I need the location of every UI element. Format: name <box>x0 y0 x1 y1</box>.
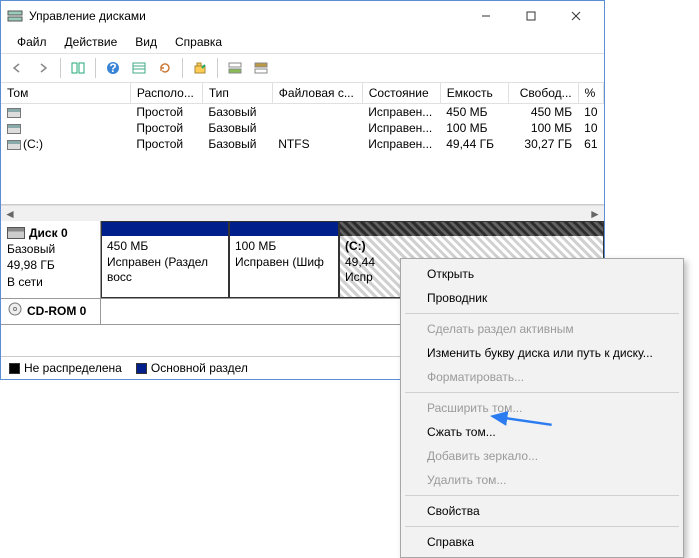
refresh-icon[interactable] <box>153 56 177 80</box>
partition-header <box>102 222 228 236</box>
menu-help[interactable]: Справка <box>167 33 230 51</box>
ctx-help[interactable]: Справка <box>403 530 681 554</box>
toolbar-panes-icon[interactable] <box>66 56 90 80</box>
svg-text:?: ? <box>109 61 116 75</box>
ctx-make-active: Сделать раздел активным <box>403 317 681 341</box>
ctx-shrink[interactable]: Сжать том... <box>403 420 681 444</box>
col-status[interactable]: Состояние <box>362 83 440 104</box>
toolbar-list-icon[interactable] <box>127 56 151 80</box>
col-pct[interactable]: % <box>578 83 603 104</box>
legend-swatch-primary <box>136 363 147 374</box>
ctx-open[interactable]: Открыть <box>403 262 681 286</box>
scroll-right-icon[interactable]: ► <box>588 207 602 221</box>
table-row[interactable]: (C:) ПростойБазовыйNTFSИсправен...49,44 … <box>1 136 604 152</box>
back-button[interactable] <box>5 56 29 80</box>
scroll-left-icon[interactable]: ◄ <box>3 207 17 221</box>
close-button[interactable] <box>553 2 598 30</box>
col-free[interactable]: Свобод... <box>508 83 578 104</box>
titlebar: Управление дисками <box>1 1 604 31</box>
col-fs[interactable]: Файловая с... <box>272 83 362 104</box>
ctx-separator <box>405 313 679 314</box>
ctx-separator <box>405 526 679 527</box>
volume-table[interactable]: Том Располо... Тип Файловая с... Состоян… <box>1 83 604 152</box>
ctx-explorer[interactable]: Проводник <box>403 286 681 310</box>
ctx-separator <box>405 495 679 496</box>
ctx-properties[interactable]: Свойства <box>403 499 681 523</box>
ctx-delete: Удалить том... <box>403 468 681 492</box>
drive-icon <box>7 124 21 134</box>
partition[interactable]: 450 МБИсправен (Раздел восс <box>101 221 229 298</box>
minimize-button[interactable] <box>463 2 508 30</box>
context-menu: Открыть Проводник Сделать раздел активны… <box>400 258 684 558</box>
volume-table-area: Том Располо... Тип Файловая с... Состоян… <box>1 83 604 205</box>
drive-icon <box>7 108 21 118</box>
table-row[interactable]: ПростойБазовыйИсправен...100 МБ100 МБ10 <box>1 120 604 136</box>
partition[interactable]: 100 МБИсправен (Шиф <box>229 221 339 298</box>
menu-action[interactable]: Действие <box>57 33 126 51</box>
maximize-button[interactable] <box>508 2 553 30</box>
toolbar: ? <box>1 53 604 83</box>
menubar: Файл Действие Вид Справка <box>1 31 604 53</box>
h-scrollbar[interactable]: ◄ ► <box>1 205 604 221</box>
col-type[interactable]: Тип <box>202 83 272 104</box>
toolbar-view1-icon[interactable] <box>223 56 247 80</box>
partition-header <box>230 222 338 236</box>
help-icon[interactable]: ? <box>101 56 125 80</box>
partition-header <box>340 222 603 236</box>
drive-icon <box>7 140 21 150</box>
ctx-change-letter[interactable]: Изменить букву диска или путь к диску... <box>403 341 681 365</box>
col-volume[interactable]: Том <box>1 83 130 104</box>
window-title: Управление дисками <box>29 9 463 23</box>
ctx-format: Форматировать... <box>403 365 681 389</box>
disk-icon <box>7 227 25 239</box>
table-row[interactable]: ПростойБазовыйИсправен...450 МБ450 МБ10 <box>1 104 604 121</box>
app-icon <box>7 8 23 24</box>
disk-info[interactable]: Диск 0 Базовый 49,98 ГБ В сети <box>1 221 101 298</box>
ctx-extend: Расширить том... <box>403 396 681 420</box>
forward-button[interactable] <box>31 56 55 80</box>
toolbar-action-icon[interactable] <box>188 56 212 80</box>
menu-file[interactable]: Файл <box>9 33 55 51</box>
col-capacity[interactable]: Емкость <box>440 83 508 104</box>
toolbar-view2-icon[interactable] <box>249 56 273 80</box>
disk-info[interactable]: CD-ROM 0 <box>1 299 101 324</box>
ctx-add-mirror: Добавить зеркало... <box>403 444 681 468</box>
menu-view[interactable]: Вид <box>127 33 165 51</box>
ctx-separator <box>405 392 679 393</box>
cdrom-icon <box>7 301 23 321</box>
legend-swatch-unallocated <box>9 363 20 374</box>
col-layout[interactable]: Располо... <box>130 83 202 104</box>
